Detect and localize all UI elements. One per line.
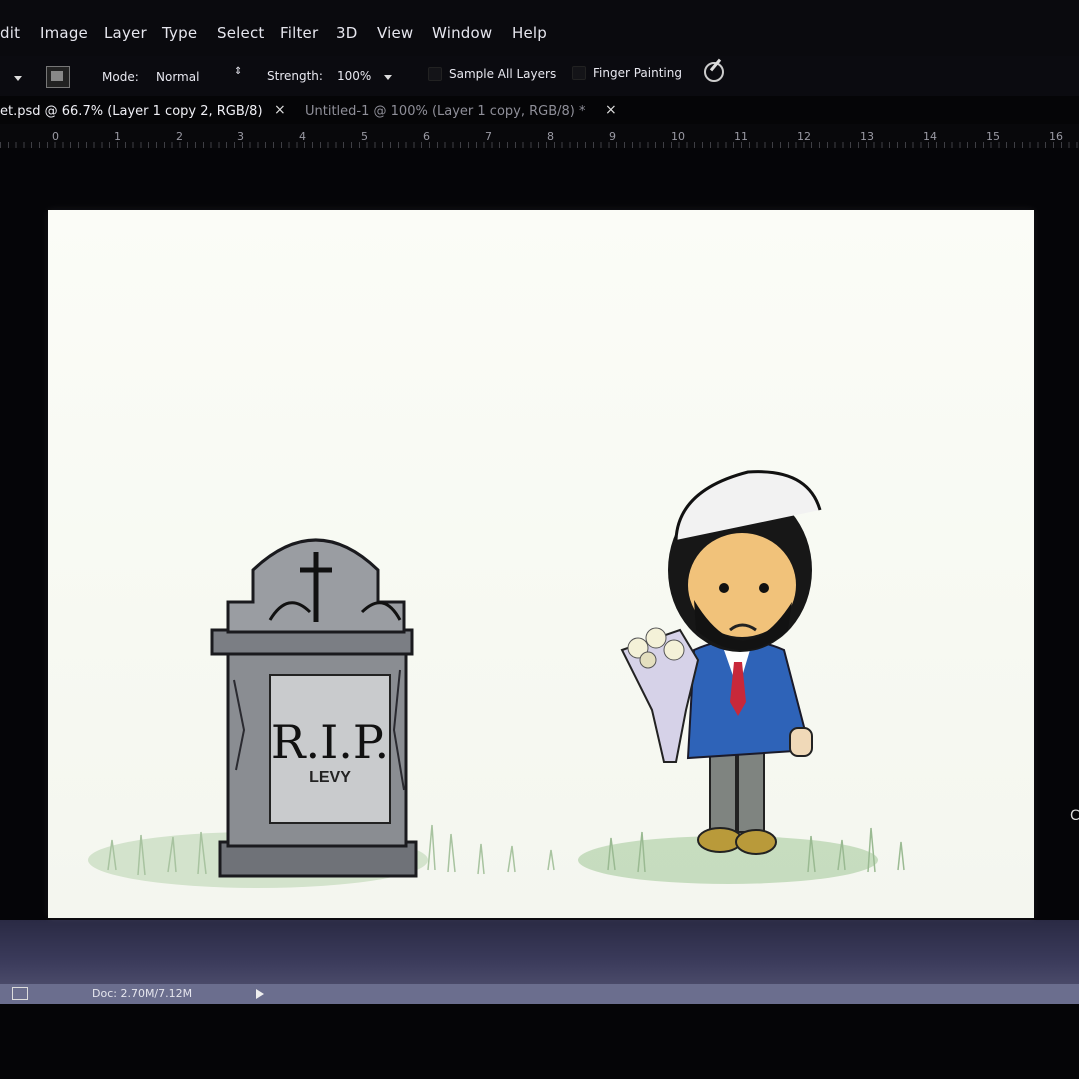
strength-slider-arrow[interactable] xyxy=(384,75,392,80)
ruler-number: 10 xyxy=(671,130,685,143)
menu-3d[interactable]: 3D xyxy=(336,24,358,42)
ruler-number: 14 xyxy=(923,130,937,143)
menu-edit[interactable]: dit xyxy=(0,24,20,42)
document-canvas[interactable]: R.I.P. LEVY xyxy=(48,210,1034,918)
tool-dropdown-arrow[interactable] xyxy=(14,76,22,81)
tombstone-name-text: LEVY xyxy=(309,769,351,786)
canvas-artwork: R.I.P. LEVY xyxy=(88,470,905,888)
menu-type[interactable]: Type xyxy=(162,24,197,42)
ruler-number: 0 xyxy=(52,130,59,143)
ruler-number: 6 xyxy=(423,130,430,143)
ruler-number: 8 xyxy=(547,130,554,143)
tab-untitled-1[interactable]: Untitled-1 @ 100% (Layer 1 copy, RGB/8) … xyxy=(305,104,586,119)
menu-window[interactable]: Window xyxy=(432,24,492,42)
ruler-number: 15 xyxy=(986,130,1000,143)
ruler-number: 7 xyxy=(485,130,492,143)
ruler-number: 1 xyxy=(114,130,121,143)
menu-bar: dit Image Layer Type Select Filter 3D Vi… xyxy=(0,0,1079,56)
menu-view[interactable]: View xyxy=(377,24,413,42)
ruler-number: 11 xyxy=(734,130,748,143)
ruler-number: 4 xyxy=(299,130,306,143)
pressure-strength-icon[interactable] xyxy=(704,62,724,82)
menu-filter[interactable]: Filter xyxy=(280,24,318,42)
tab-active-document[interactable]: et.psd @ 66.7% (Layer 1 copy 2, RGB/8) xyxy=(0,104,263,119)
sample-all-layers-label: Sample All Layers xyxy=(449,67,557,81)
doc-size-info[interactable]: Doc: 2.70M/7.12M xyxy=(92,987,192,1000)
tool-preset-icon[interactable] xyxy=(46,66,70,88)
mode-select[interactable]: Normal xyxy=(156,70,199,84)
ruler-number: 13 xyxy=(860,130,874,143)
horizontal-ruler: 0 1 2 3 4 5 6 7 8 9 10 11 12 13 14 15 16 xyxy=(0,124,1079,148)
finger-painting-label: Finger Painting xyxy=(593,66,682,80)
ruler-number: 5 xyxy=(361,130,368,143)
status-menu-arrow-icon[interactable] xyxy=(256,989,264,999)
ruler-number: 3 xyxy=(237,130,244,143)
tombstone-rip-text: R.I.P. xyxy=(271,715,389,769)
edge-cursor-glyph: C xyxy=(1070,808,1079,824)
menu-image[interactable]: Image xyxy=(40,24,88,42)
strength-label: Strength: xyxy=(267,69,323,83)
tab-close-icon[interactable]: × xyxy=(605,102,617,118)
tab-close-icon[interactable]: × xyxy=(274,102,286,118)
ruler-number: 2 xyxy=(176,130,183,143)
workspace-bottom-band xyxy=(0,920,1079,986)
tombstone-illustration xyxy=(210,538,418,878)
mode-select-arrows-icon[interactable]: ⇕ xyxy=(234,66,242,77)
finger-painting-checkbox[interactable] xyxy=(572,66,586,80)
menu-layer[interactable]: Layer xyxy=(104,24,147,42)
ruler-number: 16 xyxy=(1049,130,1063,143)
ruler-number: 9 xyxy=(609,130,616,143)
strength-input[interactable]: 100% xyxy=(337,69,371,83)
options-bar: Mode: Normal ⇕ Strength: 100% Sample All… xyxy=(0,56,1079,96)
mode-label: Mode: xyxy=(102,70,139,84)
export-icon[interactable] xyxy=(12,987,28,1000)
menu-help[interactable]: Help xyxy=(512,24,547,42)
screen-bezel-bottom xyxy=(0,1004,1079,1079)
status-bar: Doc: 2.70M/7.12M xyxy=(0,984,1079,1004)
menu-select[interactable]: Select xyxy=(217,24,264,42)
sample-all-layers-checkbox[interactable] xyxy=(428,67,442,81)
mourning-character-illustration xyxy=(620,470,822,855)
ruler-number: 12 xyxy=(797,130,811,143)
